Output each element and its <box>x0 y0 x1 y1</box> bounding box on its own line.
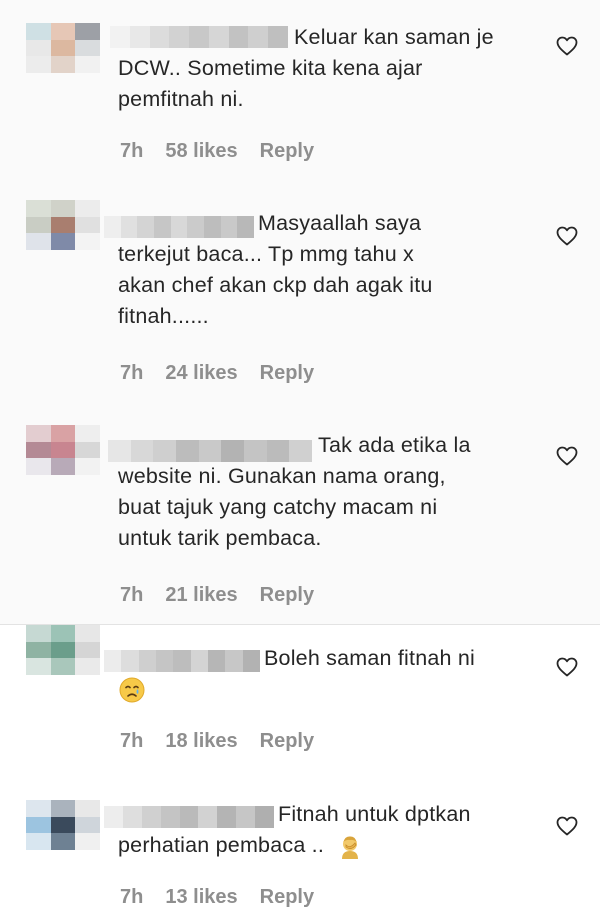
avatar-pixel <box>75 833 100 850</box>
comment-item: Fitnah untuk dptkan perhatian pembaca ..… <box>0 0 600 908</box>
comment-text-line: Fitnah untuk dptkan <box>278 802 471 826</box>
avatar[interactable] <box>26 425 100 475</box>
avatar-pixel <box>26 658 51 675</box>
avatar-pixel <box>75 233 100 250</box>
heart-outline-icon[interactable] <box>555 655 579 679</box>
comment-time: 7h <box>120 584 144 606</box>
reply-button[interactable]: Reply <box>260 730 314 753</box>
avatar-pixel <box>26 816 51 834</box>
comment-meta: 7h 21 likes Reply <box>120 584 314 607</box>
avatar-pixel <box>50 425 76 442</box>
avatar-pixel <box>75 641 100 659</box>
avatar-pixel <box>26 833 51 850</box>
comment-text-fragment: perhatian pembaca .. <box>118 833 324 857</box>
avatar-pixel <box>26 441 51 459</box>
comment-time: 7h <box>120 362 144 384</box>
avatar-pixel <box>75 56 100 73</box>
avatar-pixel <box>50 39 76 57</box>
heart-outline-icon[interactable] <box>555 34 579 58</box>
avatar-pixel <box>26 39 51 57</box>
avatar-pixel <box>50 800 76 817</box>
comment-meta: 7h 18 likes Reply <box>120 730 314 753</box>
avatar-pixel <box>50 441 76 459</box>
comment-text-line: Boleh saman fitnah ni <box>264 646 475 670</box>
avatar-pixel <box>50 658 76 675</box>
crying-face-emoji <box>119 677 145 703</box>
avatar-pixel <box>75 216 100 234</box>
comment-text: Keluar kan saman je DCW.. Sometime kita … <box>118 22 538 115</box>
avatar-pixel <box>50 233 76 250</box>
avatar-pixel <box>26 56 51 73</box>
avatar-pixel <box>50 458 76 475</box>
avatar-pixel <box>75 458 100 475</box>
comment-text-line: Keluar kan saman je <box>294 25 494 49</box>
comment-text-line: akan chef akan ckp dah agak itu <box>118 273 433 297</box>
comment-time: 7h <box>120 730 144 752</box>
comment-text-line: Masyaallah saya <box>258 211 422 235</box>
avatar-pixel <box>26 625 51 642</box>
avatar-pixel <box>75 816 100 834</box>
comment-text-line <box>118 674 538 705</box>
avatar-pixel <box>26 216 51 234</box>
comment-time: 7h <box>120 140 144 162</box>
heart-outline-icon[interactable] <box>555 814 579 838</box>
avatar-pixel <box>75 441 100 459</box>
avatar-pixel <box>26 233 51 250</box>
avatar-pixel <box>75 23 100 40</box>
comment-meta: 7h 24 likes Reply <box>120 362 314 385</box>
reply-button[interactable]: Reply <box>260 584 314 607</box>
like-count[interactable]: 13 likes <box>165 886 237 909</box>
avatar-pixel <box>26 641 51 659</box>
comment-text-line: website ni. Gunakan nama orang, <box>118 464 446 488</box>
comment-text-line: Tak ada etika la <box>318 433 471 457</box>
avatar-pixel <box>26 425 51 442</box>
avatar[interactable] <box>26 200 100 250</box>
avatar-pixel <box>26 458 51 475</box>
avatar-pixel <box>26 23 51 40</box>
reply-button[interactable]: Reply <box>260 886 314 909</box>
comment-text-line: perhatian pembaca .. <box>118 830 538 861</box>
like-count[interactable]: 18 likes <box>165 730 237 753</box>
person-facepalming-emoji <box>342 836 359 860</box>
like-count[interactable]: 24 likes <box>165 362 237 385</box>
comment-text-line: terkejut baca... Tp mmg tahu x <box>118 242 414 266</box>
comment-text-line: fitnah...... <box>118 304 209 328</box>
comment-meta: 7h 13 likes Reply <box>120 886 314 909</box>
comment-text-line: untuk tarik pembaca. <box>118 526 322 550</box>
avatar-pixel <box>50 816 76 834</box>
comment-meta: 7h 58 likes Reply <box>120 140 314 163</box>
comment-text: Boleh saman fitnah ni <box>118 643 538 705</box>
heart-outline-icon[interactable] <box>555 444 579 468</box>
avatar-pixel <box>50 56 76 73</box>
avatar-pixel <box>75 39 100 57</box>
like-count[interactable]: 21 likes <box>165 584 237 607</box>
comment-text-line: buat tajuk yang catchy macam ni <box>118 495 438 519</box>
avatar-pixel <box>75 658 100 675</box>
avatar-pixel <box>50 23 76 40</box>
avatar-pixel <box>50 216 76 234</box>
reply-button[interactable]: Reply <box>260 140 314 163</box>
comment-text-line: DCW.. Sometime kita kena ajar <box>118 56 423 80</box>
avatar-pixel <box>50 641 76 659</box>
avatar[interactable] <box>26 800 100 850</box>
comment-time: 7h <box>120 886 144 908</box>
avatar[interactable] <box>26 23 100 73</box>
avatar[interactable] <box>26 625 100 675</box>
avatar-pixel <box>75 425 100 442</box>
heart-outline-icon[interactable] <box>555 224 579 248</box>
avatar-pixel <box>26 200 51 217</box>
avatar-pixel <box>50 625 76 642</box>
avatar-pixel <box>26 800 51 817</box>
avatar-pixel <box>75 200 100 217</box>
avatar-pixel <box>75 800 100 817</box>
avatar-pixel <box>75 625 100 642</box>
comment-text: Tak ada etika la website ni. Gunakan nam… <box>118 430 538 554</box>
like-count[interactable]: 58 likes <box>165 140 237 163</box>
comment-text: Masyaallah saya terkejut baca... Tp mmg … <box>118 208 538 332</box>
comment-text-line: pemfitnah ni. <box>118 87 244 111</box>
avatar-pixel <box>50 833 76 850</box>
comment-text: Fitnah untuk dptkan perhatian pembaca .. <box>118 799 538 861</box>
avatar-pixel <box>50 200 76 217</box>
reply-button[interactable]: Reply <box>260 362 314 385</box>
